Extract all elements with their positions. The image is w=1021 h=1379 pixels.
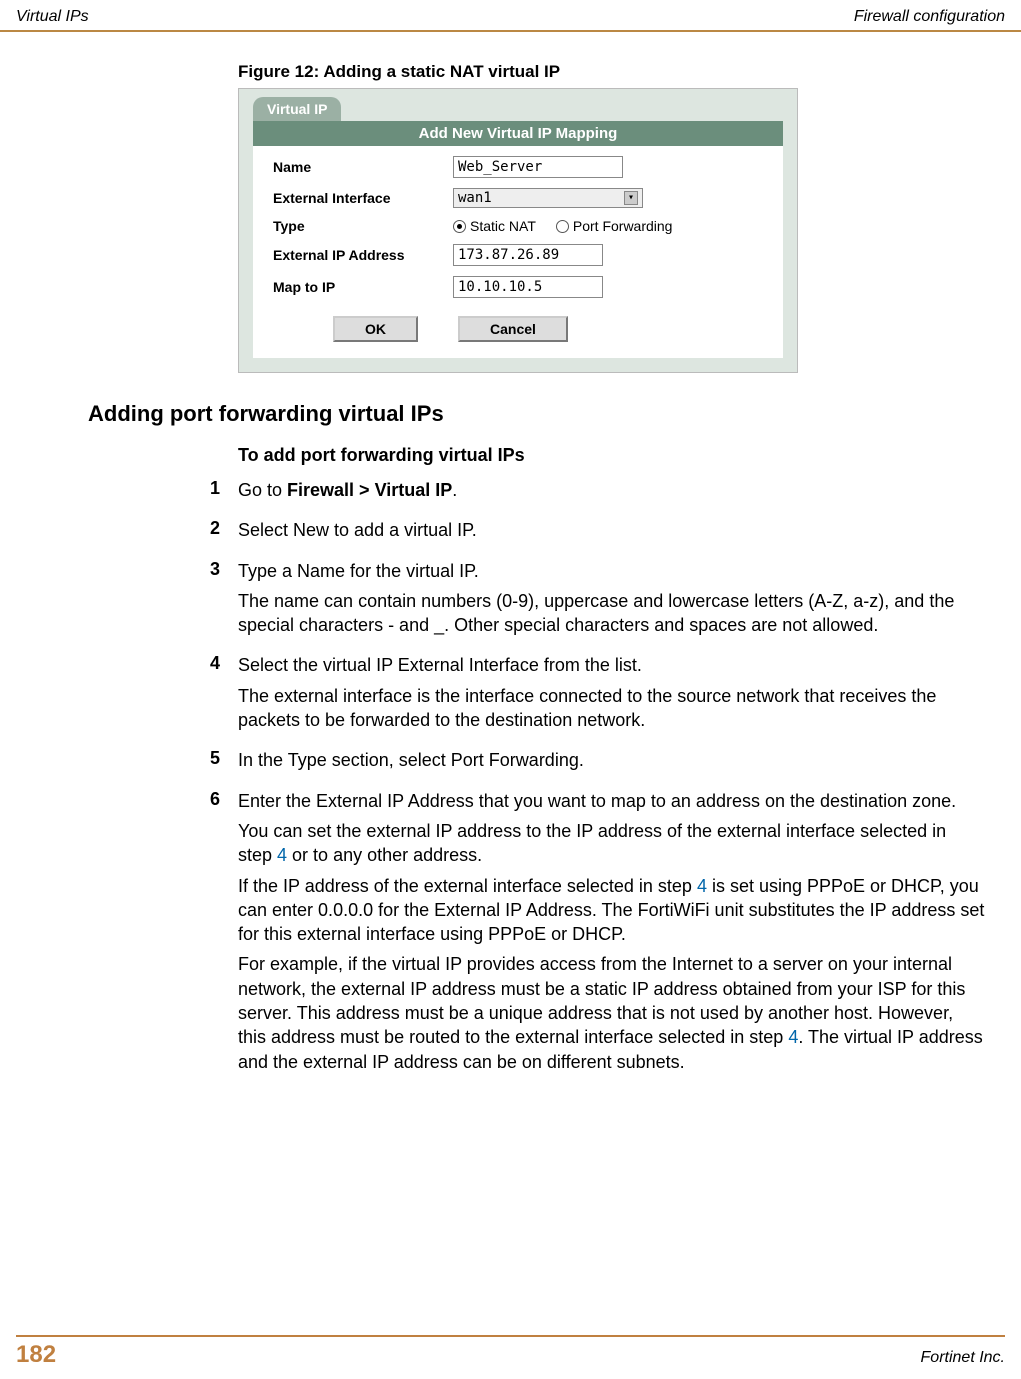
step-number: 1 (16, 478, 238, 508)
step-number: 3 (16, 559, 238, 644)
name-input[interactable] (453, 156, 623, 178)
radio-port-forwarding[interactable]: Port Forwarding (556, 218, 673, 234)
dialog: Add New Virtual IP Mapping Name External… (253, 121, 783, 358)
row-type: Type Static NAT Port Forwarding (253, 208, 783, 234)
radio-label-static-nat: Static NAT (470, 218, 536, 234)
external-interface-value: wan1 (458, 190, 492, 206)
step-text: Select New to add a virtual IP. (238, 518, 1005, 548)
step-paragraph: In the Type section, select Port Forward… (238, 748, 985, 772)
cancel-button[interactable]: Cancel (458, 316, 568, 342)
step: 3Type a Name for the virtual IP. The name… (16, 559, 1005, 644)
radio-icon (453, 220, 466, 233)
section-heading: Adding port forwarding virtual IPs (88, 401, 1005, 427)
figure-caption: Figure 12: Adding a static NAT virtual I… (238, 62, 1005, 82)
page-footer: 182 Fortinet Inc. (0, 1329, 1021, 1379)
step: 4Select the virtual IP External Interfac… (16, 653, 1005, 738)
label-external-ip: External IP Address (273, 247, 453, 263)
page-header: Virtual IPs Firewall configuration (0, 0, 1021, 32)
figure-screenshot: Virtual IP Add New Virtual IP Mapping Na… (238, 88, 798, 373)
step: 2Select New to add a virtual IP. (16, 518, 1005, 548)
step-paragraph: Enter the External IP Address that you w… (238, 789, 985, 813)
step-reference[interactable]: 4 (788, 1027, 798, 1047)
label-type: Type (273, 218, 453, 234)
page-content: Figure 12: Adding a static NAT virtual I… (0, 32, 1021, 1080)
step-paragraph: Type a Name for the virtual IP. (238, 559, 985, 583)
steps-list: 1Go to Firewall > Virtual IP.2Select New… (16, 478, 1005, 1080)
step-text: Type a Name for the virtual IP. The name … (238, 559, 1005, 644)
step-number: 4 (16, 653, 238, 738)
type-radio-group: Static NAT Port Forwarding (453, 218, 672, 234)
step-text: Select the virtual IP External Interface… (238, 653, 1005, 738)
step-text: Go to Firewall > Virtual IP. (238, 478, 1005, 508)
ok-button[interactable]: OK (333, 316, 418, 342)
step-paragraph: The name can contain numbers (0-9), uppe… (238, 589, 985, 638)
row-name: Name (253, 146, 783, 178)
header-right: Firewall configuration (854, 8, 1005, 26)
row-external-interface: External Interface wan1 ▾ (253, 178, 783, 208)
footer-company: Fortinet Inc. (921, 1349, 1005, 1367)
step-paragraph: Go to Firewall > Virtual IP. (238, 478, 985, 502)
step-paragraph: You can set the external IP address to t… (238, 819, 985, 868)
step-paragraph: For example, if the virtual IP provides … (238, 952, 985, 1073)
radio-icon (556, 220, 569, 233)
external-ip-input[interactable] (453, 244, 603, 266)
map-to-ip-input[interactable] (453, 276, 603, 298)
step-number: 2 (16, 518, 238, 548)
radio-label-port-forwarding: Port Forwarding (573, 218, 673, 234)
step-number: 5 (16, 748, 238, 778)
step-text: Enter the External IP Address that you w… (238, 789, 1005, 1080)
step-number: 6 (16, 789, 238, 1080)
header-left: Virtual IPs (16, 8, 89, 26)
chevron-down-icon: ▾ (624, 191, 638, 205)
row-map-to-ip: Map to IP (253, 266, 783, 298)
row-external-ip: External IP Address (253, 234, 783, 266)
step-text: In the Type section, select Port Forward… (238, 748, 1005, 778)
radio-static-nat[interactable]: Static NAT (453, 218, 536, 234)
step-paragraph: Select New to add a virtual IP. (238, 518, 985, 542)
footer-divider (16, 1335, 1005, 1337)
step-paragraph: Select the virtual IP External Interface… (238, 653, 985, 677)
step: 5In the Type section, select Port Forwar… (16, 748, 1005, 778)
label-external-interface: External Interface (273, 190, 453, 206)
dialog-buttons: OK Cancel (253, 298, 783, 342)
tab-virtual-ip[interactable]: Virtual IP (253, 97, 341, 121)
subheading: To add port forwarding virtual IPs (238, 445, 1005, 466)
step-reference[interactable]: 4 (697, 876, 707, 896)
step-paragraph: If the IP address of the external interf… (238, 874, 985, 947)
page-number: 182 (16, 1341, 56, 1369)
label-name: Name (273, 159, 453, 175)
step-paragraph: The external interface is the interface … (238, 684, 985, 733)
label-map-to-ip: Map to IP (273, 279, 453, 295)
external-interface-select[interactable]: wan1 ▾ (453, 188, 643, 208)
step: 1Go to Firewall > Virtual IP. (16, 478, 1005, 508)
step: 6Enter the External IP Address that you … (16, 789, 1005, 1080)
step-reference[interactable]: 4 (277, 845, 287, 865)
dialog-title: Add New Virtual IP Mapping (253, 121, 783, 146)
